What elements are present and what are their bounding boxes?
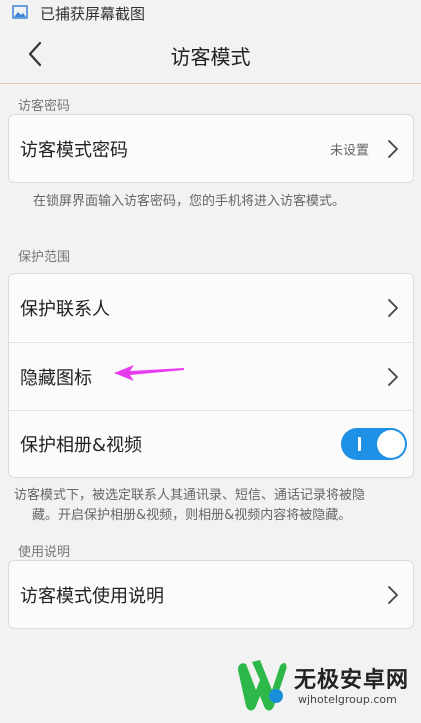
guest-password-label: 访客模式密码 <box>20 139 128 161</box>
section-label-instructions: 使用说明 <box>18 545 71 560</box>
protect-contacts-label: 保护联系人 <box>20 299 110 320</box>
toggle-knob <box>377 430 405 458</box>
guest-password-row[interactable]: 访客模式密码 未设置 <box>9 115 413 182</box>
scope-card: 保护联系人 隐藏图标 保护相册&视频 <box>8 273 414 478</box>
toggle-on-indicator <box>358 437 361 451</box>
watermark-name: 无极安卓网 <box>294 668 410 693</box>
instructions-label: 访客模式使用说明 <box>20 585 164 607</box>
chevron-right-icon <box>388 585 398 604</box>
annotation-arrow-icon <box>114 365 184 381</box>
chevron-right-icon <box>388 299 398 317</box>
page-title: 访客模式 <box>170 45 251 69</box>
password-note: 在锁屏界面输入访客密码，您的手机将进入访客模式。 <box>33 194 346 209</box>
scope-note-line2: 藏。开启保护相册&视频，则相册&视频内容将被隐藏。 <box>32 508 352 523</box>
section-label-password: 访客密码 <box>18 99 71 114</box>
title-divider <box>0 83 421 84</box>
instructions-card: 访客模式使用说明 <box>8 560 414 629</box>
status-bar: 已捕获屏幕截图 <box>0 0 421 26</box>
hide-icon-label: 隐藏图标 <box>20 367 92 389</box>
protect-album-toggle[interactable] <box>341 428 407 460</box>
protect-album-label: 保护相册&视频 <box>20 435 143 456</box>
chevron-right-icon <box>388 139 398 158</box>
section-label-scope: 保护范围 <box>18 250 71 265</box>
scope-note-line1: 访客模式下，被选定联系人其通讯录、短信、通话记录将被隐 <box>14 488 366 503</box>
password-card: 访客模式密码 未设置 <box>8 114 414 183</box>
watermark: 无极安卓网 wjhotelgroup.com <box>222 650 421 723</box>
chevron-right-icon <box>388 367 398 386</box>
instructions-row[interactable]: 访客模式使用说明 <box>9 561 413 628</box>
watermark-url: wjhotelgroup.com <box>298 693 397 706</box>
guest-password-status: 未设置 <box>329 143 369 158</box>
screenshot-icon <box>12 5 28 19</box>
watermark-logo-icon <box>238 660 287 711</box>
status-text: 已捕获屏幕截图 <box>40 5 146 23</box>
protect-album-row: 保护相册&视频 <box>9 410 413 477</box>
protect-contacts-row[interactable]: 保护联系人 <box>9 274 413 342</box>
title-bar: 访客模式 <box>0 26 421 83</box>
hide-icon-row[interactable]: 隐藏图标 <box>9 342 413 410</box>
